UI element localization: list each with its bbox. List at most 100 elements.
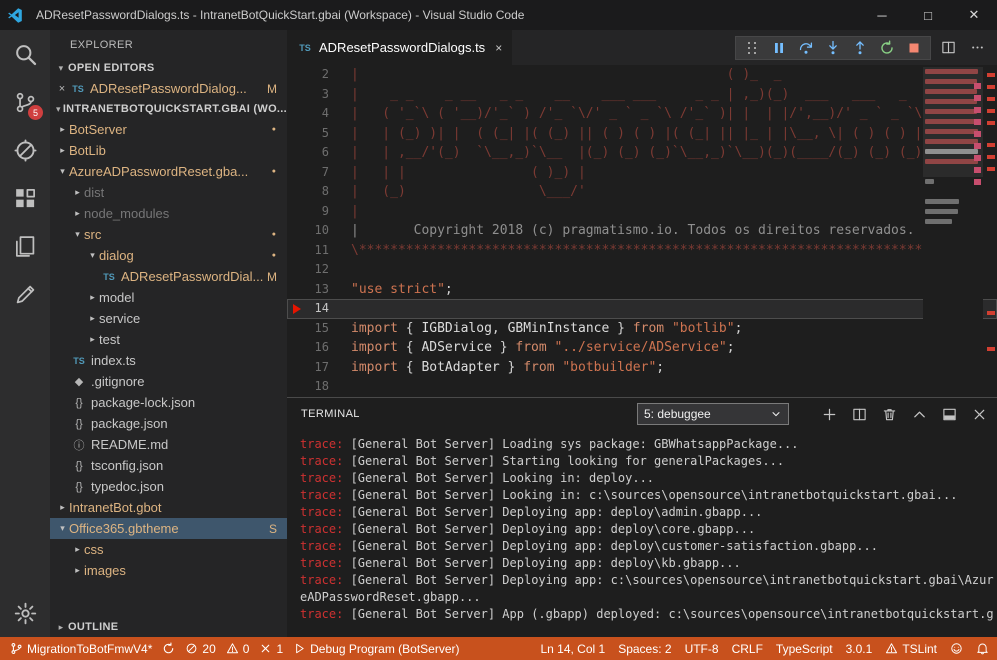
- tasks-status[interactable]: 1: [259, 642, 283, 656]
- activity-item-debug[interactable]: [0, 126, 50, 174]
- activity-item-explorer[interactable]: [0, 222, 50, 270]
- tree-item[interactable]: TSindex.ts: [50, 350, 287, 371]
- split-editor-button[interactable]: [941, 40, 956, 55]
- line-number[interactable]: 13: [287, 280, 351, 300]
- eol[interactable]: CRLF: [732, 642, 763, 656]
- line-number[interactable]: 9: [287, 202, 351, 222]
- activity-item-edit[interactable]: [0, 270, 50, 318]
- tree-item[interactable]: ▸dist: [50, 182, 287, 203]
- tree-item[interactable]: ▸test: [50, 329, 287, 350]
- tree-item[interactable]: ▾AzureADPasswordReset.gba...●: [50, 161, 287, 182]
- close-button[interactable]: ✕: [951, 0, 997, 30]
- code-line[interactable]: 13"use strict";: [287, 280, 997, 300]
- tree-item[interactable]: ▸BotLib: [50, 140, 287, 161]
- activity-item-search[interactable]: [0, 30, 50, 78]
- tree-item[interactable]: ▸service: [50, 308, 287, 329]
- code-line[interactable]: 18: [287, 377, 997, 397]
- activity-item-settings[interactable]: [0, 589, 50, 637]
- problems-errors[interactable]: 20: [185, 642, 215, 656]
- workspace-header[interactable]: ▾ INTRANETBOTQUICKSTART.GBAI (WO...: [50, 99, 287, 119]
- tree-item[interactable]: ▸node_modules: [50, 203, 287, 224]
- line-number[interactable]: 12: [287, 260, 351, 280]
- tree-item[interactable]: ▾src●: [50, 224, 287, 245]
- tree-item[interactable]: ▸images: [50, 560, 287, 581]
- tree-item[interactable]: ⓘREADME.md: [50, 434, 287, 455]
- line-number[interactable]: 3: [287, 85, 351, 105]
- feedback[interactable]: [950, 642, 963, 655]
- kill-terminal-button[interactable]: [882, 407, 897, 422]
- debug-status[interactable]: Debug Program (BotServer): [293, 642, 459, 656]
- code-line[interactable]: 17import { BotAdapter } from "botbuilder…: [287, 358, 997, 378]
- close-tab-icon[interactable]: ×: [495, 41, 502, 55]
- code-line[interactable]: 9| |: [287, 202, 997, 222]
- tree-item[interactable]: ▸css: [50, 539, 287, 560]
- open-editors-header[interactable]: ▾ OPEN EDITORS: [50, 58, 287, 78]
- tslint-status[interactable]: TSLint: [885, 642, 937, 656]
- step-out-button[interactable]: [852, 40, 868, 56]
- terminal-selector[interactable]: 5: debuggee: [637, 403, 789, 425]
- tree-item[interactable]: ▸BotServer●: [50, 119, 287, 140]
- line-number[interactable]: 10: [287, 221, 351, 241]
- code-line[interactable]: 3| _ _ _ __ _ _ __ ___ ___ _ _ | ,_)(_) …: [287, 85, 997, 105]
- code-editor[interactable]: 2| ( )_ _ |3| _ _ _ __ _ _ __ ___ ___ _ …: [287, 65, 997, 397]
- code-line[interactable]: 6| | ,__/'(_) `\__,_)`\__ |(_) (_) (_)`\…: [287, 143, 997, 163]
- indentation[interactable]: Spaces: 2: [618, 642, 671, 656]
- line-number[interactable]: 2: [287, 65, 351, 85]
- more-actions-button[interactable]: [970, 40, 985, 55]
- split-terminal-button[interactable]: [852, 407, 867, 422]
- restart-button[interactable]: [879, 40, 895, 56]
- code-line[interactable]: 2| ( )_ _ |: [287, 65, 997, 85]
- line-number[interactable]: 17: [287, 358, 351, 378]
- line-number[interactable]: 18: [287, 377, 351, 397]
- tree-item[interactable]: ◆.gitignore: [50, 371, 287, 392]
- toggle-panel-position-button[interactable]: [942, 407, 957, 422]
- git-branch-status[interactable]: MigrationToBotFmwV4*: [10, 642, 152, 656]
- open-editor-item[interactable]: ×TSADResetPasswordDialog...M: [50, 78, 287, 99]
- line-number[interactable]: 14: [287, 299, 351, 319]
- code-line[interactable]: 11\*************************************…: [287, 241, 997, 261]
- code-line[interactable]: 7| | | ( )_) | |: [287, 163, 997, 183]
- code-line[interactable]: 14: [287, 299, 997, 319]
- code-line[interactable]: 16import { ADService } from "../service/…: [287, 338, 997, 358]
- encoding[interactable]: UTF-8: [685, 642, 719, 656]
- problems-warnings[interactable]: 0: [226, 642, 250, 656]
- line-number[interactable]: 5: [287, 124, 351, 144]
- sync-status[interactable]: [162, 642, 175, 655]
- code-line[interactable]: 5| | (_) )| | ( (_| |( (_) || ( ) ( ) |(…: [287, 124, 997, 144]
- minimize-button[interactable]: ─: [859, 0, 905, 30]
- outline-header[interactable]: ▸ OUTLINE: [50, 617, 287, 637]
- tree-item[interactable]: {}package-lock.json: [50, 392, 287, 413]
- tree-item[interactable]: {}tsconfig.json: [50, 455, 287, 476]
- maximize-panel-button[interactable]: [912, 407, 927, 422]
- new-terminal-button[interactable]: [822, 407, 837, 422]
- drag-handle[interactable]: [744, 40, 760, 56]
- code-line[interactable]: 15import { IGBDialog, GBMinInstance } fr…: [287, 319, 997, 339]
- cursor-position[interactable]: Ln 14, Col 1: [540, 642, 605, 656]
- code-line[interactable]: 10| Copyright 2018 (c) pragmatismo.io. T…: [287, 221, 997, 241]
- line-number[interactable]: 4: [287, 104, 351, 124]
- step-over-button[interactable]: [798, 40, 814, 56]
- line-number[interactable]: 11: [287, 241, 351, 261]
- tree-item[interactable]: TSADResetPasswordDial...M: [50, 266, 287, 287]
- tree-item[interactable]: ▾dialog●: [50, 245, 287, 266]
- language-mode[interactable]: TypeScript: [776, 642, 833, 656]
- code-line[interactable]: 12: [287, 260, 997, 280]
- line-number[interactable]: 16: [287, 338, 351, 358]
- terminal-output[interactable]: trace: [General Bot Server] Loading sys …: [287, 430, 997, 637]
- line-number[interactable]: 8: [287, 182, 351, 202]
- tab-terminal[interactable]: TERMINAL: [301, 408, 360, 420]
- activity-item-extensions[interactable]: [0, 174, 50, 222]
- code-line[interactable]: 8| (_) \___/' |: [287, 182, 997, 202]
- tree-item[interactable]: {}typedoc.json: [50, 476, 287, 497]
- close-panel-button[interactable]: [972, 407, 987, 422]
- pause-button[interactable]: [771, 40, 787, 56]
- minimap[interactable]: [923, 67, 983, 397]
- maximize-button[interactable]: □: [905, 0, 951, 30]
- tree-item[interactable]: {}package.json: [50, 413, 287, 434]
- tab-adresetpassworddialogs[interactable]: TS ADResetPasswordDialogs.ts ×: [287, 30, 512, 65]
- notifications[interactable]: [976, 642, 989, 655]
- line-number[interactable]: 15: [287, 319, 351, 339]
- step-into-button[interactable]: [825, 40, 841, 56]
- line-number[interactable]: 6: [287, 143, 351, 163]
- code-line[interactable]: 4| ( '_`\ ( '__)/'_` ) /'_ `\/' _ ` _ `\…: [287, 104, 997, 124]
